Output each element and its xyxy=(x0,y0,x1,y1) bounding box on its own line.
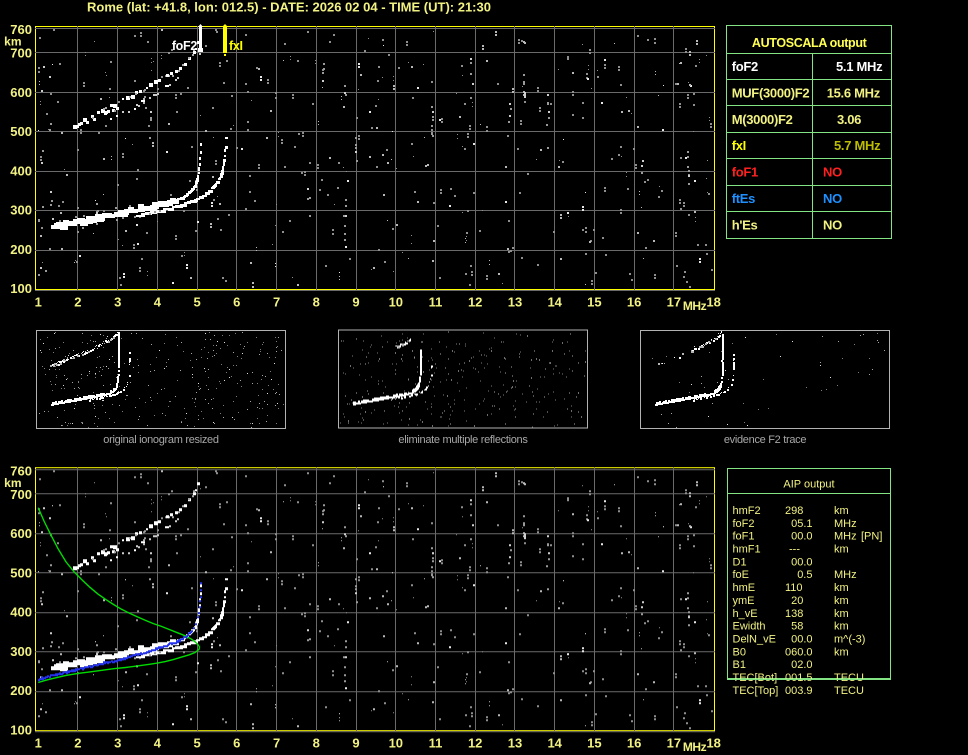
svg-text:060.0: 060.0 xyxy=(785,646,813,658)
svg-text:fxI: fxI xyxy=(229,39,243,53)
svg-text:MHz: MHz xyxy=(834,569,857,581)
svg-text:km: km xyxy=(834,608,849,620)
svg-text:ftEs: ftEs xyxy=(732,191,755,206)
svg-text:---: --- xyxy=(789,544,800,556)
svg-text:58: 58 xyxy=(791,621,803,633)
svg-text:foF1: foF1 xyxy=(733,531,755,543)
svg-text:110: 110 xyxy=(785,582,803,594)
svg-text:eliminate multiple reflections: eliminate multiple reflections xyxy=(398,434,528,446)
svg-text:TECU: TECU xyxy=(834,672,864,684)
svg-text:B1: B1 xyxy=(733,659,746,671)
svg-text:138: 138 xyxy=(785,608,803,620)
svg-text:km: km xyxy=(834,595,849,607)
svg-text:foE: foE xyxy=(733,569,750,581)
svg-text:[PN]: [PN] xyxy=(861,531,882,543)
svg-text:AIP output: AIP output xyxy=(783,479,834,491)
svg-text:05.1: 05.1 xyxy=(791,518,812,530)
svg-text:evidence F2 trace: evidence F2 trace xyxy=(724,434,807,446)
svg-text:NO: NO xyxy=(823,165,842,180)
svg-text:km: km xyxy=(834,646,849,658)
svg-text:Ewidth: Ewidth xyxy=(733,621,766,633)
svg-text:3.06: 3.06 xyxy=(837,112,861,127)
svg-text:001.5: 001.5 xyxy=(785,672,813,684)
svg-text:km: km xyxy=(834,621,849,633)
svg-text:hmF2: hmF2 xyxy=(733,505,761,517)
svg-text:km: km xyxy=(834,544,849,556)
svg-text:298: 298 xyxy=(785,505,803,517)
svg-text:TECU: TECU xyxy=(834,685,864,697)
svg-text:NO: NO xyxy=(823,191,842,206)
svg-text:TEC[Bot]: TEC[Bot] xyxy=(733,672,778,684)
svg-text:ymE: ymE xyxy=(733,595,755,607)
svg-text:20: 20 xyxy=(791,595,803,607)
svg-text:m^(-3): m^(-3) xyxy=(834,634,865,646)
svg-text:MHz: MHz xyxy=(834,531,857,543)
svg-text:foF2: foF2 xyxy=(733,518,755,530)
svg-text:Rome (lat: +41.8, lon: 012.5): Rome (lat: +41.8, lon: 012.5) - DATE: 20… xyxy=(87,0,491,15)
svg-text:fxI: fxI xyxy=(732,138,746,153)
svg-text:MUF(3000)F2: MUF(3000)F2 xyxy=(732,85,810,100)
svg-text:003.9: 003.9 xyxy=(785,685,813,697)
svg-text:AUTOSCALA output: AUTOSCALA output xyxy=(752,36,868,50)
svg-text:M(3000)F2: M(3000)F2 xyxy=(732,112,793,127)
svg-text:TEC[Top]: TEC[Top] xyxy=(733,685,779,697)
svg-text:hmF1: hmF1 xyxy=(733,544,761,556)
svg-text:NO: NO xyxy=(823,218,842,233)
svg-text:km: km xyxy=(834,505,849,517)
svg-text:foF1: foF1 xyxy=(732,165,758,180)
svg-text:00.0: 00.0 xyxy=(791,531,812,543)
svg-text:15.6 MHz: 15.6 MHz xyxy=(827,85,881,100)
svg-text:DelN_vE: DelN_vE xyxy=(733,634,776,646)
svg-text:00.0: 00.0 xyxy=(791,556,812,568)
svg-text:h_vE: h_vE xyxy=(733,608,758,620)
svg-text:foF2: foF2 xyxy=(732,59,758,74)
svg-text:5.7 MHz: 5.7 MHz xyxy=(834,138,881,153)
svg-text:hmE: hmE xyxy=(733,582,756,594)
svg-text:D1: D1 xyxy=(733,556,747,568)
svg-text:02.0: 02.0 xyxy=(791,659,812,671)
svg-text:original ionogram resized: original ionogram resized xyxy=(103,434,219,446)
svg-text:5.1 MHz: 5.1 MHz xyxy=(836,59,883,74)
svg-text:B0: B0 xyxy=(733,646,746,658)
svg-text:km: km xyxy=(834,582,849,594)
svg-text:foF2: foF2 xyxy=(172,39,198,53)
svg-text:00.0: 00.0 xyxy=(791,634,812,646)
svg-text:h'Es: h'Es xyxy=(732,218,758,233)
svg-text:0.5: 0.5 xyxy=(797,569,812,581)
svg-text:MHz: MHz xyxy=(834,518,857,530)
